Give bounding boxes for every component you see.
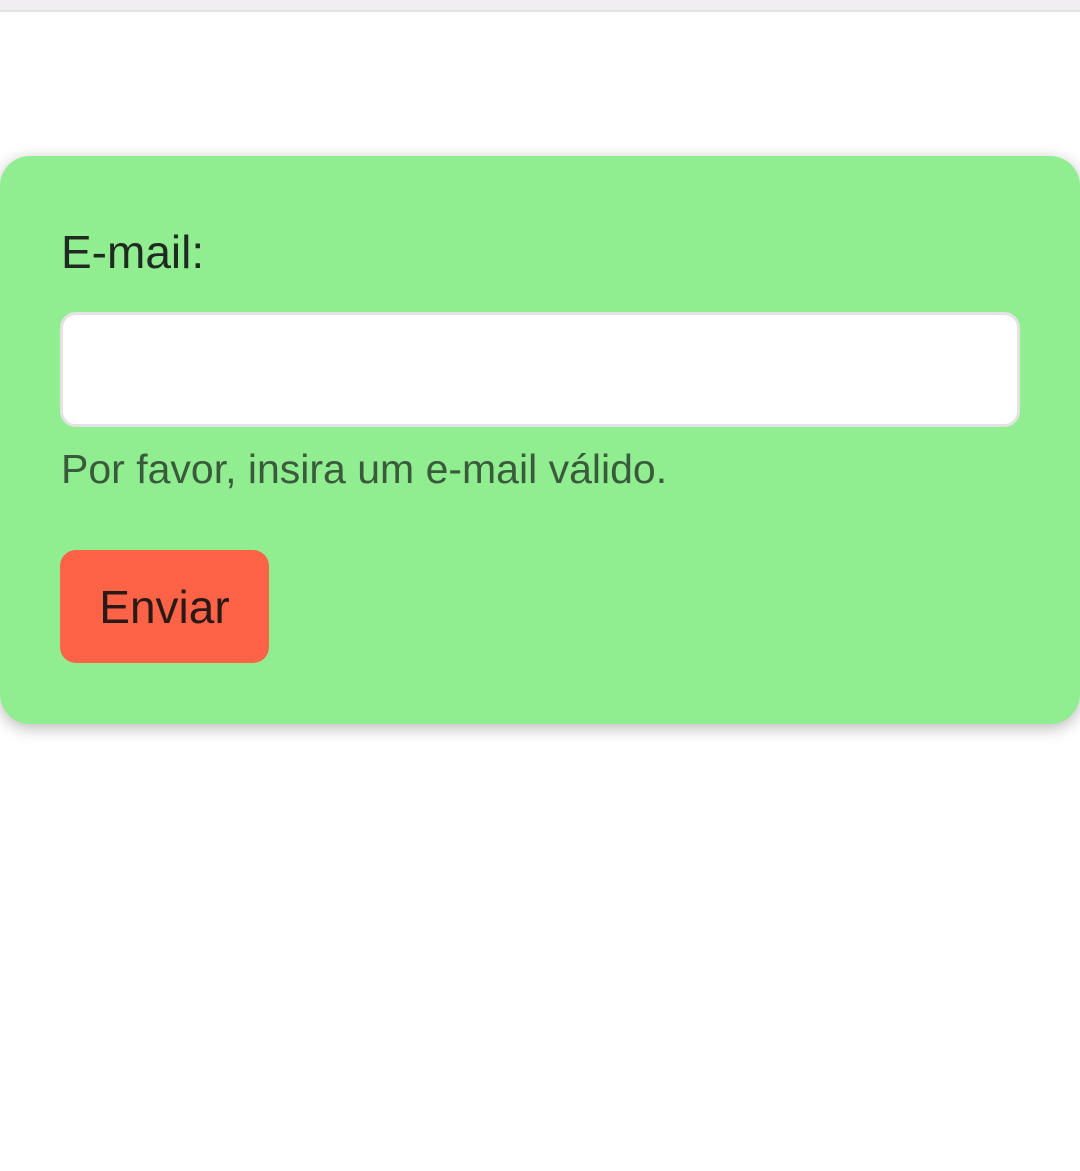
submit-button[interactable]: Enviar bbox=[60, 550, 269, 663]
email-label: E-mail: bbox=[61, 226, 205, 278]
browser-top-bar bbox=[0, 0, 1080, 12]
email-hint: Por favor, insira um e-mail válido. bbox=[61, 446, 668, 492]
email-field[interactable] bbox=[60, 312, 1020, 427]
